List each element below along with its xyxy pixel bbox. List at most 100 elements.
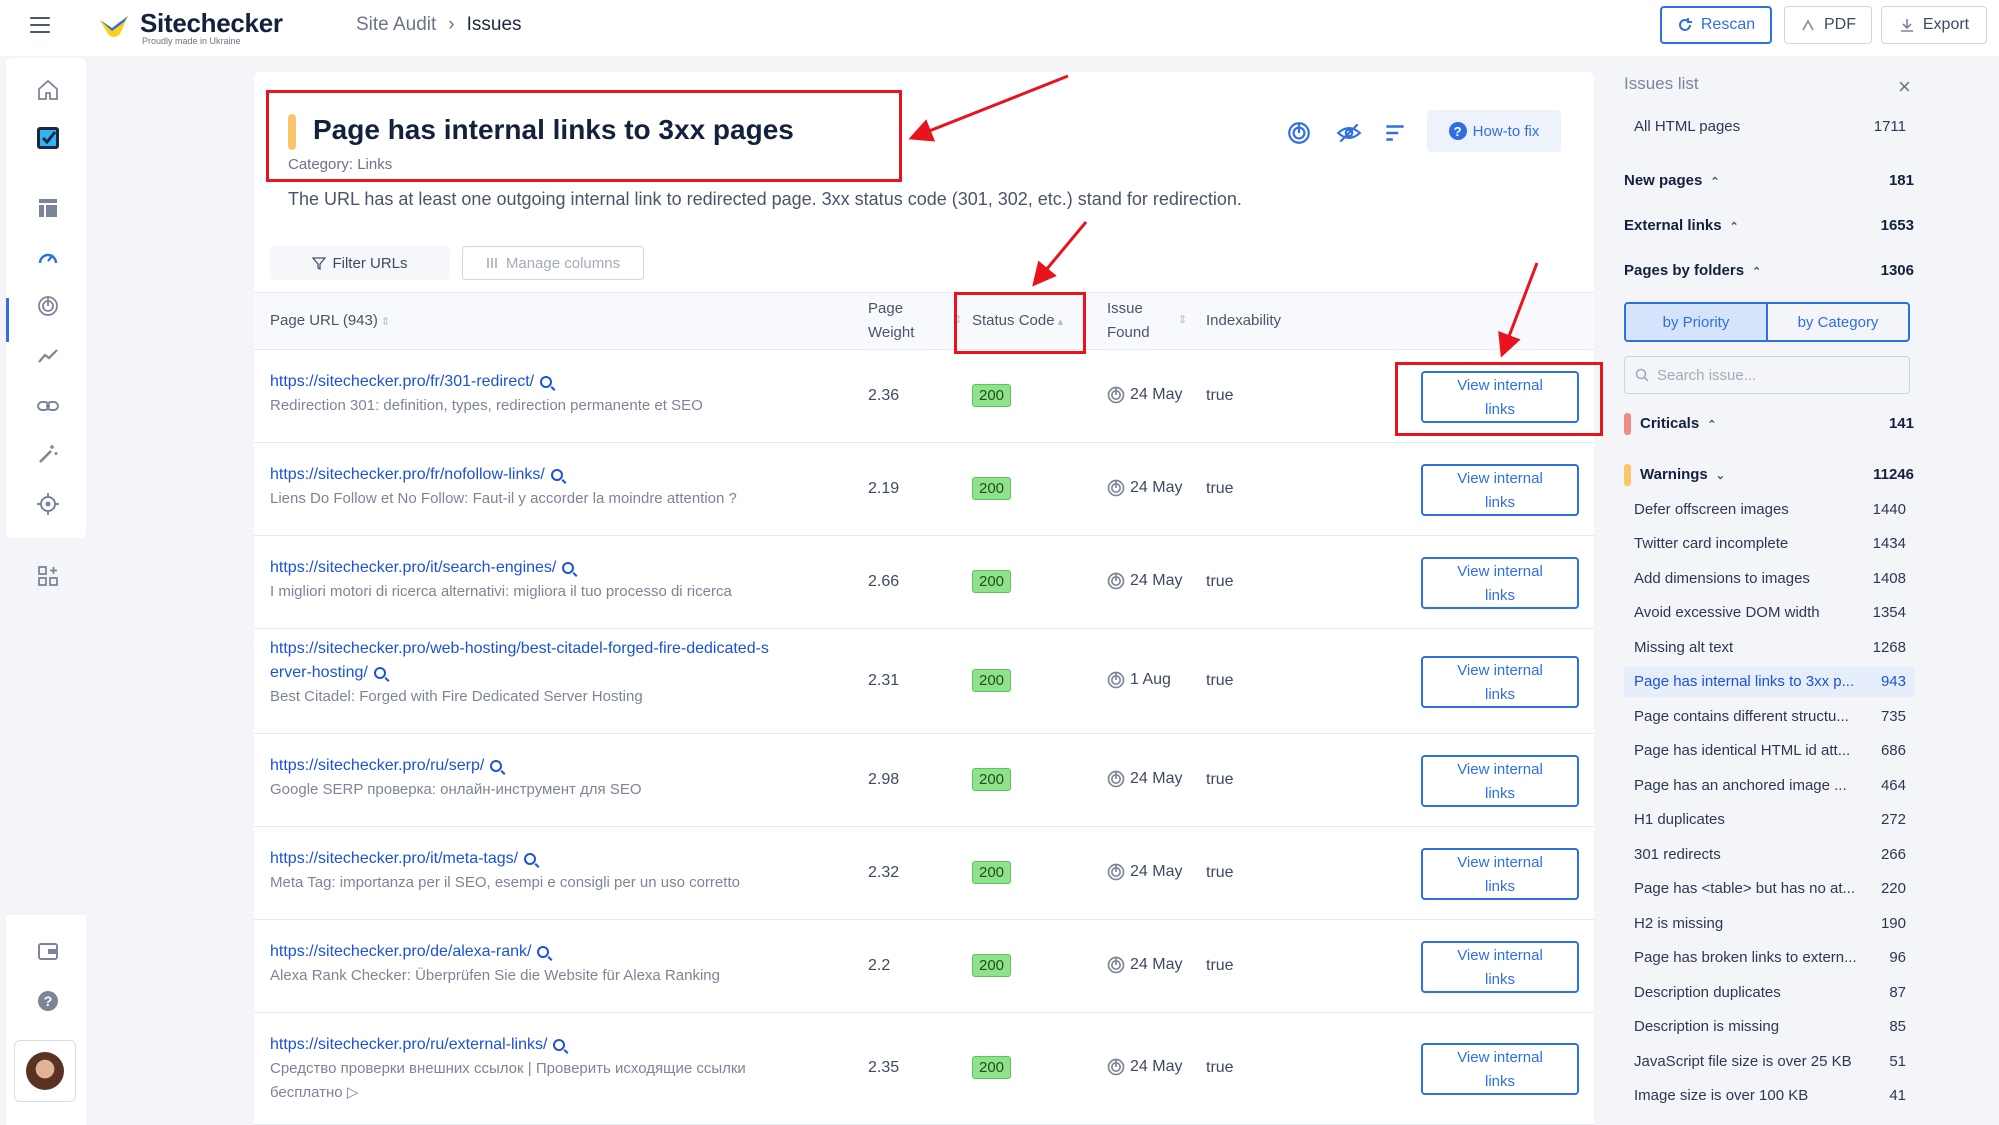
group-pages-by-folders[interactable]: Pages by folders ⌃ 1306 — [1624, 262, 1914, 279]
link-icon[interactable] — [34, 392, 62, 420]
view-internal-links-button[interactable]: View internal links — [1421, 1043, 1579, 1095]
search-icon[interactable] — [373, 666, 386, 679]
issue-list-item[interactable]: Description is missing 85 — [1624, 1012, 1914, 1042]
group-label: New pages — [1624, 172, 1703, 189]
search-issue-input[interactable]: Search issue... — [1624, 356, 1910, 394]
tab-by-category[interactable]: by Category — [1768, 304, 1908, 340]
issue-list-item[interactable]: H1 duplicates 272 — [1624, 805, 1914, 835]
howto-fix-button[interactable]: ? How-to fix — [1427, 110, 1561, 152]
page-url-text: https://sitechecker.pro/fr/301-redirect/ — [270, 373, 535, 390]
page-url-link[interactable]: https://sitechecker.pro/ru/serp/ — [270, 754, 870, 778]
issue-list-item[interactable]: Defer offscreen images 1440 — [1624, 494, 1914, 524]
target-icon[interactable] — [34, 490, 62, 518]
close-icon[interactable]: × — [1898, 74, 1911, 100]
search-icon[interactable] — [550, 468, 563, 481]
breadcrumb-site-audit[interactable]: Site Audit — [356, 14, 436, 36]
view-internal-links-button[interactable]: View internal links — [1421, 754, 1579, 807]
group-criticals[interactable]: Criticals ⌃ 141 — [1640, 415, 1914, 432]
add-widget-icon[interactable] — [34, 562, 62, 590]
page-url-link[interactable]: https://sitechecker.pro/it/search-engine… — [270, 556, 870, 580]
issue-count: 272 — [1880, 811, 1906, 828]
search-icon[interactable] — [524, 852, 537, 865]
menu-icon[interactable] — [30, 17, 50, 33]
issue-list-item[interactable]: Page has <table> but has no at... 220 — [1624, 874, 1914, 904]
issue-list-item[interactable]: Image size is over 100 KB 41 — [1624, 1081, 1914, 1111]
hide-icon[interactable] — [1334, 118, 1364, 148]
analytics-icon[interactable] — [34, 342, 62, 370]
view-internal-links-button[interactable]: View internal links — [1421, 556, 1579, 609]
view-internal-links-button[interactable]: View internal links — [1421, 463, 1579, 516]
issue-panel: Page has internal links to 3xx pages Cat… — [254, 72, 1603, 1125]
manage-columns-button[interactable]: Manage columns — [462, 246, 644, 280]
home-icon[interactable] — [34, 76, 62, 104]
button-label-line-2: links — [1484, 685, 1515, 703]
page-url-link[interactable]: https://sitechecker.pro/ru/external-link… — [270, 1033, 870, 1057]
page-url-link[interactable]: https://sitechecker.pro/fr/301-redirect/ — [270, 370, 870, 394]
status-code-cell: 200 — [972, 476, 1012, 500]
issue-list-item[interactable]: Add dimensions to images 1408 — [1624, 563, 1914, 593]
rescan-button[interactable]: Rescan — [1660, 6, 1772, 44]
page-weight: 2.32 — [868, 863, 900, 881]
col-page-url-label: Page URL (943) — [270, 312, 378, 329]
page-url-link[interactable]: https://sitechecker.pro/fr/nofollow-link… — [270, 463, 870, 487]
view-internal-links-button[interactable]: View internal links — [1421, 655, 1579, 708]
issue-list-item[interactable]: Description duplicates 87 — [1624, 977, 1914, 1007]
rescan-label: Rescan — [1700, 16, 1756, 33]
page-url-link[interactable]: https://sitechecker.pro/web-hosting/best… — [270, 637, 870, 661]
warnings-label: Warnings — [1640, 466, 1708, 483]
col-issue-found[interactable]: Issue Found — [1107, 297, 1150, 345]
site-audit-icon[interactable] — [34, 244, 62, 272]
help-icon[interactable]: ? — [34, 987, 62, 1015]
filter-urls-button[interactable]: Filter URLs — [270, 246, 450, 280]
wallet-icon[interactable] — [34, 937, 62, 965]
issue-list-item[interactable]: Page has broken links to extern... 96 — [1624, 943, 1914, 973]
sort-icon[interactable] — [1380, 118, 1410, 148]
issue-list-item[interactable]: H2 is missing 190 — [1624, 908, 1914, 938]
export-button[interactable]: Export — [1881, 6, 1987, 44]
all-html-pages[interactable]: All HTML pages 1711 — [1624, 118, 1914, 135]
col-page-url[interactable]: Page URL (943) ⇕ — [270, 309, 390, 334]
project-favicon-icon[interactable] — [34, 124, 62, 152]
page-url-link[interactable]: https://sitechecker.pro/it/meta-tags/ — [270, 847, 870, 871]
issue-list-item[interactable]: JavaScript file size is over 25 KB 51 — [1624, 1046, 1914, 1076]
issue-list-item[interactable]: Page has an anchored image ... 464 — [1624, 770, 1914, 800]
page-title-text: Meta Tag: importanza per il SEO, esempi … — [270, 874, 740, 891]
issue-list-item[interactable]: Avoid excessive DOM width 1354 — [1624, 598, 1914, 628]
magic-wand-icon[interactable] — [34, 440, 62, 468]
avatar[interactable] — [14, 1040, 76, 1102]
pdf-button[interactable]: PDF — [1784, 6, 1872, 44]
indexability-value: true — [1206, 956, 1234, 974]
issue-list-item[interactable]: Page has internal links to 3xx p... 943 — [1624, 666, 1914, 697]
search-icon[interactable] — [490, 759, 503, 772]
table-row: https://sitechecker.pro/ru/serp/Google S… — [254, 734, 1594, 827]
tab-by-priority[interactable]: by Priority — [1626, 304, 1768, 340]
issue-list-item[interactable]: 301 redirects 266 — [1624, 839, 1914, 869]
group-external-links[interactable]: External links ⌃ 1653 — [1624, 217, 1914, 234]
col-indexability[interactable]: Indexability — [1206, 309, 1281, 333]
search-icon[interactable] — [540, 375, 553, 388]
view-internal-links-button[interactable]: View internal links — [1421, 847, 1579, 900]
annotation-title-box — [266, 90, 902, 182]
page-url-link[interactable]: https://sitechecker.pro/de/alexa-rank/ — [270, 940, 870, 964]
sort-icon[interactable]: ⇕ — [1178, 313, 1187, 326]
issue-list-item[interactable]: Page contains different structu... 735 — [1624, 701, 1914, 731]
issue-found-cell: 24 May — [1106, 862, 1182, 882]
status-badge: 200 — [972, 860, 1012, 884]
search-icon[interactable] — [562, 561, 575, 574]
issue-list-item[interactable]: Missing alt text 1268 — [1624, 632, 1914, 662]
col-page-weight[interactable]: Page Weight — [868, 297, 914, 345]
issue-list-item[interactable]: Page has identical HTML id att... 686 — [1624, 736, 1914, 766]
logo[interactable]: Sitechecker Proudly made in Ukraine — [96, 6, 296, 50]
dashboard-icon[interactable] — [34, 194, 62, 222]
group-warnings[interactable]: Warnings ⌄ 11246 — [1640, 466, 1914, 483]
button-label-line-1: View internal — [1457, 760, 1543, 778]
view-internal-links-button[interactable]: View internal links — [1421, 940, 1579, 993]
search-icon[interactable] — [553, 1038, 566, 1051]
issue-label: Avoid excessive DOM width — [1634, 604, 1820, 621]
issue-list-item[interactable]: Twitter card incomplete 1434 — [1624, 529, 1914, 559]
page-url-link[interactable]: erver-hosting/ — [270, 661, 870, 685]
rank-icon[interactable] — [1284, 118, 1314, 148]
rank-tracker-icon[interactable] — [34, 292, 62, 320]
group-new-pages[interactable]: New pages ⌃ 181 — [1624, 172, 1914, 189]
search-icon[interactable] — [537, 945, 550, 958]
